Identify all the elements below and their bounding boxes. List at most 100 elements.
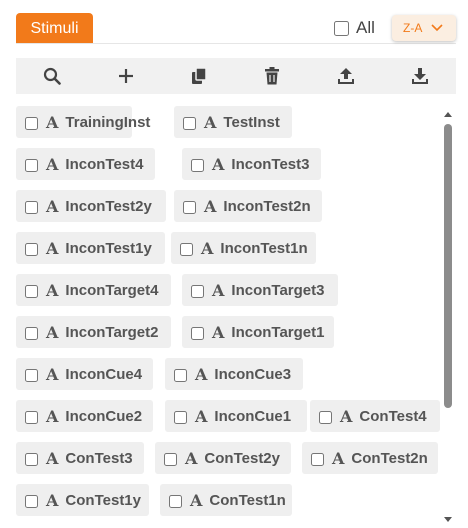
text-stimulus-icon: A [212, 154, 225, 174]
item-label: ConTest1n [209, 491, 286, 509]
item-label: InconTest2n [223, 197, 311, 215]
text-stimulus-icon: A [46, 280, 59, 300]
item-label: ConTest2y [204, 449, 280, 467]
text-stimulus-icon: A [46, 112, 59, 132]
upload-icon[interactable] [336, 66, 356, 86]
list-item[interactable]: A InconTest4 [16, 148, 155, 180]
item-checkbox[interactable] [191, 285, 204, 298]
copy-icon[interactable] [189, 66, 209, 86]
list-item[interactable]: A ConTest2y [155, 442, 291, 474]
list-item[interactable]: A InconTest1y [16, 232, 165, 264]
select-all-control[interactable]: All [334, 18, 375, 38]
list-item[interactable]: A InconTest1n [171, 232, 316, 264]
item-label: InconTest2y [65, 197, 152, 215]
toolbar [16, 58, 456, 94]
item-label: InconTarget2 [65, 323, 159, 341]
item-checkbox[interactable] [183, 117, 196, 130]
text-stimulus-icon: A [185, 448, 198, 468]
list-item[interactable]: A InconCue2 [16, 400, 153, 432]
chevron-down-icon [431, 24, 443, 32]
select-all-checkbox[interactable] [334, 20, 349, 36]
text-stimulus-icon: A [195, 364, 208, 384]
list-item[interactable]: A ConTest2n [302, 442, 438, 474]
item-checkbox[interactable] [25, 117, 38, 130]
tab-divider [16, 43, 456, 44]
item-label: InconCue4 [65, 365, 143, 383]
scroll-down-arrow[interactable] [444, 517, 452, 522]
text-stimulus-icon: A [46, 322, 59, 342]
list-item[interactable]: A InconTest2n [174, 190, 322, 222]
text-stimulus-icon: A [46, 406, 59, 426]
scroll-up-arrow[interactable] [444, 112, 452, 117]
item-checkbox[interactable] [174, 369, 187, 382]
sort-dropdown[interactable]: Z-A [392, 15, 456, 41]
list-item[interactable]: A InconTest3 [182, 148, 321, 180]
text-stimulus-icon: A [204, 196, 217, 216]
item-checkbox[interactable] [25, 453, 38, 466]
item-label: InconCue3 [214, 365, 292, 383]
list-item[interactable]: A InconTarget4 [16, 274, 171, 306]
item-checkbox[interactable] [169, 495, 182, 508]
item-checkbox[interactable] [319, 411, 332, 424]
item-label: InconCue2 [65, 407, 143, 425]
text-stimulus-icon: A [46, 490, 59, 510]
item-label: InconTest3 [231, 155, 310, 173]
item-checkbox[interactable] [311, 453, 324, 466]
list-item[interactable]: A ConTest1y [16, 484, 149, 516]
item-checkbox[interactable] [164, 453, 177, 466]
text-stimulus-icon: A [195, 406, 208, 426]
scrollbar-thumb[interactable] [444, 124, 452, 408]
list-item[interactable]: A ConTest3 [16, 442, 144, 474]
item-label: InconTarget1 [231, 323, 325, 341]
text-stimulus-icon: A [212, 322, 225, 342]
plus-icon[interactable] [116, 66, 136, 86]
text-stimulus-icon: A [204, 112, 217, 132]
list-item[interactable]: A ConTest4 [310, 400, 440, 432]
list-item[interactable]: A InconTest2y [16, 190, 166, 222]
text-stimulus-icon: A [46, 238, 59, 258]
list-item[interactable]: A ConTest1n [160, 484, 292, 516]
item-label: ConTest1y [65, 491, 141, 509]
search-icon[interactable] [42, 66, 62, 86]
list-item[interactable]: A TestInst [174, 106, 292, 138]
list-item[interactable]: A InconCue3 [165, 358, 303, 390]
stimuli-list: A TrainingInst A TestInst A InconTest4 A InconT… [16, 104, 440, 524]
tab-stimuli[interactable]: Stimuli [16, 13, 93, 44]
item-checkbox[interactable] [25, 201, 38, 214]
item-checkbox[interactable] [191, 327, 204, 340]
item-checkbox[interactable] [191, 159, 204, 172]
item-label: ConTest4 [359, 407, 427, 425]
list-item[interactable]: A InconTarget2 [16, 316, 171, 348]
text-stimulus-icon: A [46, 448, 59, 468]
item-label: TestInst [223, 113, 280, 131]
text-stimulus-icon: A [46, 154, 59, 174]
item-label: InconCue1 [214, 407, 292, 425]
item-label: InconTarget3 [231, 281, 325, 299]
list-item[interactable]: A InconCue4 [16, 358, 153, 390]
item-label: InconTarget4 [65, 281, 159, 299]
item-label: ConTest2n [351, 449, 428, 467]
trash-icon[interactable] [262, 66, 282, 86]
item-checkbox[interactable] [25, 495, 38, 508]
header: Stimuli All Z-A [0, 0, 468, 46]
text-stimulus-icon: A [332, 448, 345, 468]
item-checkbox[interactable] [25, 327, 38, 340]
item-checkbox[interactable] [183, 201, 196, 214]
select-all-label: All [356, 18, 375, 37]
item-checkbox[interactable] [25, 369, 38, 382]
item-checkbox[interactable] [180, 243, 193, 256]
item-checkbox[interactable] [25, 243, 38, 256]
list-item[interactable]: A TrainingInst [16, 106, 150, 138]
text-stimulus-icon: A [201, 238, 214, 258]
item-checkbox[interactable] [25, 411, 38, 424]
item-label: InconTest1n [220, 239, 308, 257]
scrollbar[interactable] [443, 112, 453, 522]
download-icon[interactable] [410, 66, 430, 86]
item-checkbox[interactable] [25, 159, 38, 172]
list-item[interactable]: A InconTarget1 [182, 316, 334, 348]
list-item[interactable]: A InconCue1 [165, 400, 307, 432]
list-item[interactable]: A InconTarget3 [182, 274, 338, 306]
item-label: ConTest3 [65, 449, 133, 467]
item-checkbox[interactable] [174, 411, 187, 424]
item-checkbox[interactable] [25, 285, 38, 298]
